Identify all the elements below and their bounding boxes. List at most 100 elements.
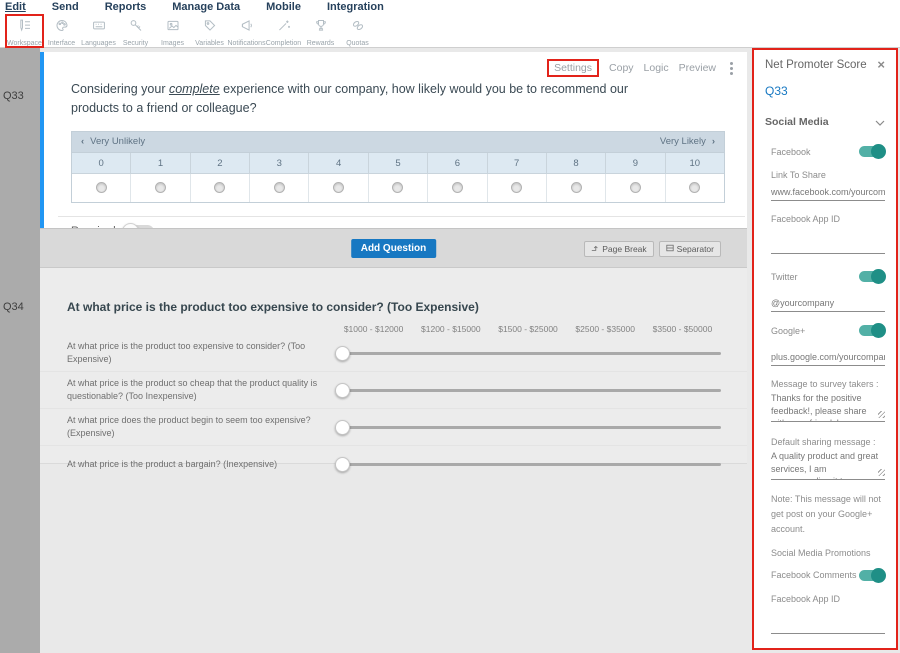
preview-button[interactable]: Preview (679, 62, 716, 74)
q34-question-text[interactable]: At what price is the product too expensi… (67, 300, 721, 314)
key-icon (128, 18, 144, 38)
message-to-survey-takers-label: Message to survey takers : (771, 379, 885, 389)
copy-button[interactable]: Copy (609, 62, 634, 74)
slider-row-too-inexpensive: At what price is the product so cheap th… (40, 371, 747, 408)
survey-editor-canvas: Q33 Q34 Settings Copy Logic Preview Cons… (0, 48, 900, 653)
toolbar-quotas-label: Quotas (346, 40, 369, 47)
facebook-label: Facebook (771, 147, 811, 157)
radio-8[interactable] (571, 182, 582, 193)
default-sharing-message-textarea[interactable]: A quality product and great services, I … (771, 450, 885, 480)
nps-scale-table: ‹ Very Unlikely Very Likely › 0 1 2 3 4 … (71, 131, 725, 203)
radio-6[interactable] (452, 182, 463, 193)
question-number-gutter: Q33 Q34 (0, 48, 40, 653)
slider-thumb[interactable] (335, 420, 350, 435)
google-plus-link-input[interactable] (771, 350, 885, 366)
price-slider-too-inexpensive[interactable] (335, 380, 721, 400)
scale-point-6: 6 (428, 153, 487, 174)
twitter-handle-input[interactable] (771, 296, 885, 312)
page-break-button[interactable]: Page Break (584, 241, 653, 257)
page-break-icon (591, 244, 599, 254)
price-range-4: $2500 - $35000 (567, 324, 644, 334)
scale-point-3: 3 (250, 153, 309, 174)
radio-2[interactable] (214, 182, 225, 193)
toolbar-languages-label: Languages (81, 40, 116, 47)
slider-row-too-expensive: At what price is the product too expensi… (40, 334, 747, 371)
radio-4[interactable] (333, 182, 344, 193)
toolbar-security-label: Security (123, 40, 148, 47)
toolbar-variables[interactable]: Variables (191, 15, 228, 47)
toolbar-images[interactable]: Images (154, 15, 191, 47)
scale-left-arrow-icon[interactable]: ‹ (81, 136, 84, 147)
twitter-label: Twitter (771, 272, 798, 282)
menu-edit[interactable]: Edit (5, 0, 26, 15)
price-range-3: $1500 - $25000 (489, 324, 566, 334)
default-sharing-message-label: Default sharing message : (771, 437, 885, 447)
menu-manage-data[interactable]: Manage Data (172, 0, 240, 15)
slider-thumb[interactable] (335, 383, 350, 398)
settings-button[interactable]: Settings (547, 59, 599, 77)
toolbar-quotas[interactable]: Quotas (339, 15, 376, 47)
twitter-toggle[interactable] (859, 271, 885, 282)
radio-10[interactable] (689, 182, 700, 193)
slider-thumb[interactable] (335, 346, 350, 361)
facebook-app-id-2-input[interactable] (771, 618, 885, 634)
google-plus-toggle[interactable] (859, 325, 885, 336)
price-slider-too-expensive[interactable] (335, 343, 721, 363)
menu-reports[interactable]: Reports (105, 0, 147, 15)
radio-3[interactable] (274, 182, 285, 193)
price-slider-expensive[interactable] (335, 417, 721, 437)
scale-point-5: 5 (369, 153, 428, 174)
menu-send[interactable]: Send (52, 0, 79, 15)
social-media-section-header[interactable]: Social Media (765, 113, 885, 131)
close-icon[interactable]: × (877, 59, 885, 70)
scale-point-2: 2 (191, 153, 250, 174)
chevron-down-icon (875, 113, 885, 131)
nps-scale-header: ‹ Very Unlikely Very Likely › (72, 132, 724, 153)
nps-radio-row (72, 174, 724, 202)
radio-1[interactable] (155, 182, 166, 193)
price-slider-inexpensive[interactable] (335, 454, 721, 474)
scale-right-arrow-icon[interactable]: › (712, 136, 715, 147)
slider-row-expensive: At what price does the product begin to … (40, 408, 747, 445)
slider-row-label: At what price is the product a bargain? … (67, 458, 335, 471)
tag-icon (202, 18, 218, 38)
menu-integration[interactable]: Integration (327, 0, 384, 15)
separator-button[interactable]: Separator (659, 241, 721, 257)
toolbar-notifications[interactable]: Notifications (228, 15, 265, 47)
menu-mobile[interactable]: Mobile (266, 0, 301, 15)
logic-button[interactable]: Logic (644, 62, 669, 74)
toolbar-images-label: Images (161, 40, 184, 47)
resize-grip-icon[interactable] (878, 411, 885, 418)
toolbar-languages[interactable]: Languages (80, 15, 117, 47)
add-question-button[interactable]: Add Question (351, 239, 437, 258)
card-divider (58, 216, 745, 217)
facebook-app-id-input[interactable] (771, 238, 885, 254)
radio-5[interactable] (392, 182, 403, 193)
more-options-icon[interactable] (726, 60, 737, 77)
radio-9[interactable] (630, 182, 641, 193)
toolbar-interface[interactable]: Interface (43, 15, 80, 47)
social-media-promotions-label: Social Media Promotions (771, 548, 885, 558)
facebook-app-id-2-label: Facebook App ID (771, 594, 885, 604)
facebook-toggle[interactable] (859, 146, 885, 157)
toolbar-rewards-label: Rewards (307, 40, 335, 47)
toolbar-security[interactable]: Security (117, 15, 154, 47)
message-to-survey-takers-textarea[interactable]: Thanks for the positive feedback!, pleas… (771, 392, 885, 422)
toolbar-rewards[interactable]: Rewards (302, 15, 339, 47)
facebook-link-input[interactable] (771, 185, 885, 201)
radio-0[interactable] (96, 182, 107, 193)
resize-grip-icon[interactable] (878, 469, 885, 476)
scale-point-4: 4 (309, 153, 368, 174)
q33-question-text[interactable]: Considering your complete experience wit… (71, 80, 677, 119)
toolbar-notifications-label: Notifications (227, 40, 265, 47)
toolbar-workspace[interactable]: Workspace (6, 15, 43, 47)
facebook-comments-toggle[interactable] (859, 570, 885, 581)
scale-point-8: 8 (547, 153, 606, 174)
toolbar-completion[interactable]: Completion (265, 15, 302, 47)
panel-question-id: Q33 (765, 84, 885, 98)
radio-7[interactable] (511, 182, 522, 193)
price-range-1: $1000 - $12000 (335, 324, 412, 334)
chain-links-icon (350, 18, 366, 38)
question-card-q34: At what price is the product too expensi… (40, 268, 747, 464)
slider-thumb[interactable] (335, 457, 350, 472)
